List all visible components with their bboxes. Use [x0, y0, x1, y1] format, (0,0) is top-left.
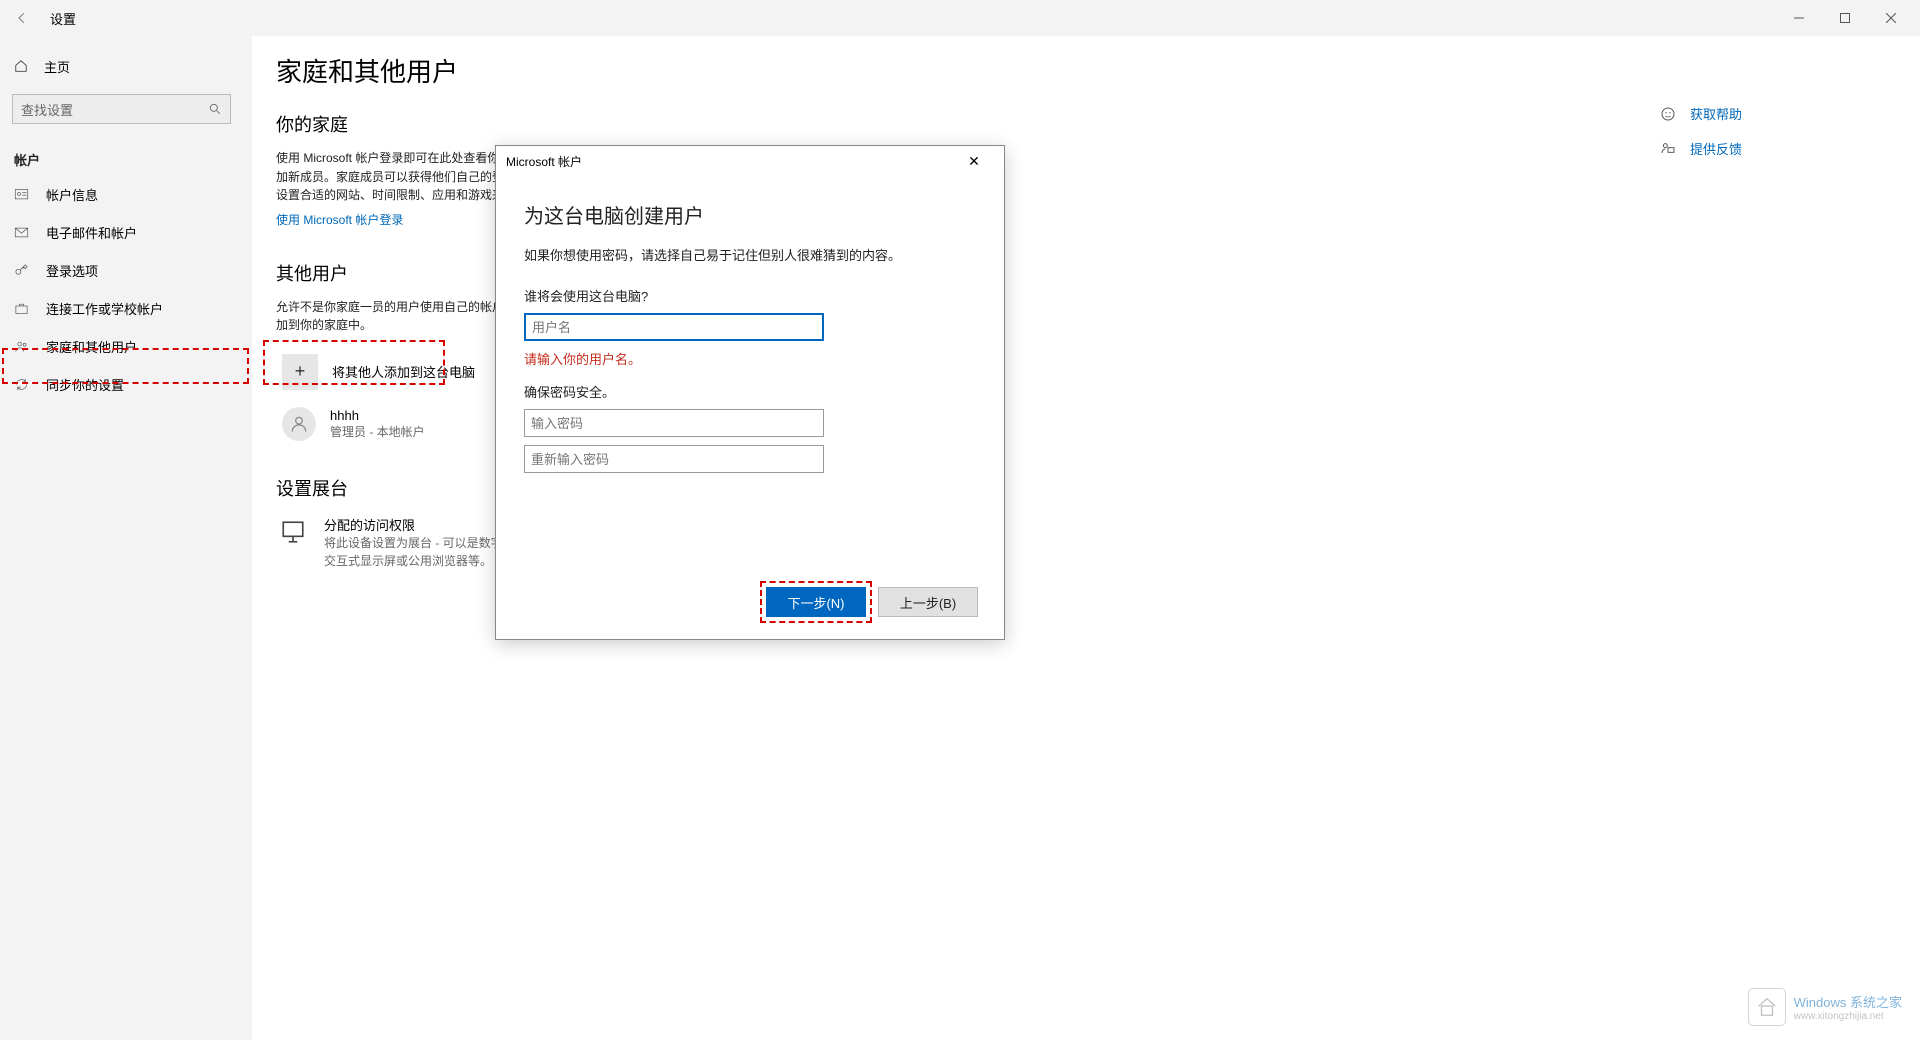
dialog-close-button[interactable]: ✕ [954, 153, 994, 170]
dialog-heading: 为这台电脑创建用户 [524, 200, 976, 229]
home-label: 主页 [44, 57, 70, 76]
page-title: 家庭和其他用户 [276, 52, 1636, 89]
nav-account-info[interactable]: 帐户信息 [0, 175, 252, 213]
nav-family-users[interactable]: 家庭和其他用户 [0, 327, 252, 365]
home-icon [14, 59, 28, 73]
feedback-icon [1660, 141, 1676, 157]
sidebar: 主页 查找设置 帐户 帐户信息 电子邮件和帐户 登录选项 连接工作或学校帐户 [0, 36, 252, 1040]
watermark-text1: Windows 系统之家 [1794, 992, 1902, 1011]
dialog-subtext: 如果你想使用密码，请选择自己易于记住但别人很难猜到的内容。 [524, 245, 976, 264]
sync-icon [14, 377, 30, 392]
avatar-icon [282, 407, 316, 441]
person-card-icon [14, 187, 30, 202]
next-button[interactable]: 下一步(N) [766, 587, 866, 617]
search-input[interactable]: 查找设置 [12, 94, 231, 124]
window-title: 设置 [50, 9, 76, 28]
search-icon [208, 102, 222, 116]
nav-label: 帐户信息 [46, 185, 98, 204]
feedback-link[interactable]: 提供反馈 [1660, 139, 1900, 158]
nav-email-accounts[interactable]: 电子邮件和帐户 [0, 213, 252, 251]
monitor-icon [276, 515, 310, 549]
maximize-icon [1840, 13, 1850, 23]
get-help-link[interactable]: 获取帮助 [1660, 104, 1900, 123]
people-icon [14, 339, 30, 354]
minimize-button[interactable] [1776, 2, 1822, 34]
password-input[interactable] [524, 409, 824, 437]
nav-signin-options[interactable]: 登录选项 [0, 251, 252, 289]
username-error: 请输入你的用户名。 [524, 349, 976, 368]
family-heading: 你的家庭 [276, 111, 1636, 137]
right-panel: 获取帮助 提供反馈 [1660, 36, 1920, 1040]
nav-sync-settings[interactable]: 同步你的设置 [0, 365, 252, 403]
home-nav[interactable]: 主页 [0, 46, 252, 86]
watermark-logo-icon [1748, 988, 1786, 1026]
nav-work-school[interactable]: 连接工作或学校帐户 [0, 289, 252, 327]
nav-label: 家庭和其他用户 [46, 337, 137, 356]
get-help-label: 获取帮助 [1690, 104, 1742, 123]
nav-label: 连接工作或学校帐户 [46, 299, 163, 318]
back-arrow-icon [15, 11, 29, 25]
sidebar-group-label: 帐户 [0, 140, 252, 175]
close-button[interactable] [1868, 2, 1914, 34]
password-safety-label: 确保密码安全。 [524, 382, 976, 401]
dialog-title: Microsoft 帐户 [506, 153, 582, 170]
create-user-dialog: Microsoft 帐户 ✕ 为这台电脑创建用户 如果你想使用密码，请选择自己易… [495, 145, 1005, 640]
feedback-label: 提供反馈 [1690, 139, 1742, 158]
mail-icon [14, 225, 30, 240]
search-placeholder: 查找设置 [21, 100, 73, 119]
add-other-label: 将其他人添加到这台电脑 [332, 362, 475, 381]
help-icon [1660, 106, 1676, 122]
nav-label: 登录选项 [46, 261, 98, 280]
password-confirm-input[interactable] [524, 445, 824, 473]
titlebar: 设置 [0, 0, 1920, 36]
close-icon [1886, 13, 1896, 23]
key-icon [14, 263, 30, 278]
minimize-icon [1794, 13, 1804, 23]
nav-label: 同步你的设置 [46, 375, 124, 394]
user-name: hhhh [330, 408, 425, 423]
briefcase-icon [14, 301, 30, 316]
plus-icon: + [282, 354, 318, 390]
nav-label: 电子邮件和帐户 [46, 223, 137, 242]
back-button[interactable]: 上一步(B) [878, 587, 978, 617]
back-button[interactable] [6, 2, 38, 34]
user-role: 管理员 - 本地帐户 [330, 423, 425, 440]
watermark: Windows 系统之家 www.xitongzhijia.net [1748, 988, 1902, 1026]
maximize-button[interactable] [1822, 2, 1868, 34]
watermark-text2: www.xitongzhijia.net [1794, 1011, 1902, 1022]
username-input[interactable] [524, 313, 824, 341]
who-label: 谁将会使用这台电脑? [524, 286, 976, 305]
